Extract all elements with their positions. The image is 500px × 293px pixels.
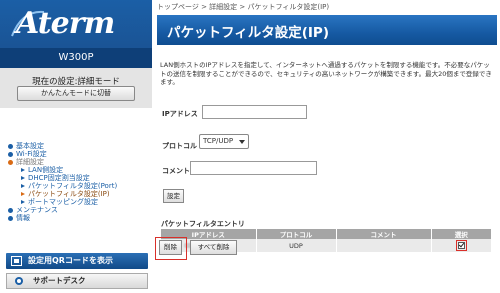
bullet-icon [8, 207, 13, 213]
entry-protocol-cell: UDP [256, 239, 337, 252]
qr-code-button-label: 設定用QRコードを表示 [28, 256, 113, 265]
bullet-icon [8, 151, 13, 157]
ip-address-input[interactable] [202, 105, 307, 119]
page-description: LAN側ホストのIPアドレスを指定して、インターネットへ通過するパケットを制限す… [160, 61, 492, 86]
support-icon [15, 277, 23, 285]
sidebar-item-port-mapping[interactable]: ポートマッピング設定 [6, 198, 151, 206]
sidebar-item-label: パケットフィルタ設定(IP) [28, 190, 110, 198]
sidebar-item-packet-filter-port[interactable]: パケットフィルタ設定(Port) [6, 182, 151, 190]
column-header-protocol: プロトコル [256, 229, 337, 239]
chevron-down-icon [239, 140, 245, 144]
qr-code-icon [11, 256, 22, 266]
delete-button[interactable]: 削除 [159, 240, 182, 255]
sidebar-item-maintenance[interactable]: メンテナンス [6, 206, 151, 214]
model-name: W300P [0, 48, 152, 68]
entry-table-title: パケットフィルタエントリ [161, 220, 245, 228]
triangle-icon [21, 168, 25, 172]
sidebar-item-label: メンテナンス [16, 206, 58, 214]
sidebar-item-packet-filter-ip[interactable]: パケットフィルタ設定(IP) [6, 190, 151, 198]
sidebar-item-label: LAN側設定 [28, 166, 64, 174]
sidebar-item-label: Wi-Fi設定 [16, 150, 47, 158]
sidebar-item-info[interactable]: 情報 [6, 214, 151, 222]
sidebar-item-label: 詳細設定 [16, 158, 44, 166]
switch-mode-button[interactable]: かんたんモードに切替 [17, 86, 135, 101]
sidebar-menu: 基本設定 Wi-Fi設定 詳細設定 LAN側設定 DHCP固定割当設定 パケット… [6, 142, 151, 222]
breadcrumb: トップページ > 詳細設定 > パケットフィルタ設定(IP) [157, 3, 330, 11]
bullet-icon [8, 143, 13, 149]
column-header-select: 選択 [431, 229, 491, 239]
sidebar-item-label: ポートマッピング設定 [28, 198, 98, 206]
sidebar: Aterm W300P 現在の設定:詳細モード かんたんモードに切替 基本設定 … [0, 0, 152, 293]
title-bar: パケットフィルタ設定(IP) [157, 15, 497, 45]
triangle-icon [21, 192, 25, 196]
sidebar-item-dhcp[interactable]: DHCP固定割当設定 [6, 174, 151, 182]
page-title: パケットフィルタ設定(IP) [167, 25, 329, 41]
bullet-icon [8, 159, 13, 165]
comment-label: コメント [162, 167, 190, 175]
entry-comment-cell [336, 239, 432, 252]
qr-code-button[interactable]: 設定用QRコードを表示 [6, 253, 148, 269]
sidebar-item-wifi[interactable]: Wi-Fi設定 [6, 150, 151, 158]
sidebar-item-label: 情報 [16, 214, 30, 222]
sidebar-item-label: DHCP固定割当設定 [28, 174, 90, 182]
ip-address-label: IPアドレス [162, 110, 198, 118]
sidebar-item-advanced[interactable]: 詳細設定 [6, 158, 151, 166]
set-button[interactable]: 設定 [163, 189, 184, 203]
protocol-select[interactable]: TCP/UDP [199, 134, 249, 149]
protocol-selected-value: TCP/UDP [203, 137, 234, 145]
table-header-row: IPアドレス プロトコル コメント 選択 [161, 229, 491, 239]
column-header-comment: コメント [336, 229, 432, 239]
sidebar-item-label: パケットフィルタ設定(Port) [28, 182, 118, 190]
comment-input[interactable] [190, 161, 317, 175]
sidebar-item-label: 基本設定 [16, 142, 44, 150]
highlight-box [455, 240, 467, 251]
entry-select-checkbox[interactable] [457, 242, 465, 249]
support-desk-label: サポートデスク [33, 276, 86, 285]
sidebar-item-lan[interactable]: LAN側設定 [6, 166, 151, 174]
support-desk-button[interactable]: サポートデスク [6, 273, 148, 289]
sidebar-item-basic[interactable]: 基本設定 [6, 142, 151, 150]
logo: Aterm [16, 6, 115, 41]
protocol-label: プロトコル [162, 142, 197, 150]
entry-select-cell [431, 239, 491, 252]
delete-all-button[interactable]: すべて削除 [190, 240, 237, 255]
triangle-icon [21, 176, 25, 180]
triangle-icon [21, 184, 25, 188]
bullet-icon [8, 215, 13, 221]
triangle-icon [21, 200, 25, 204]
